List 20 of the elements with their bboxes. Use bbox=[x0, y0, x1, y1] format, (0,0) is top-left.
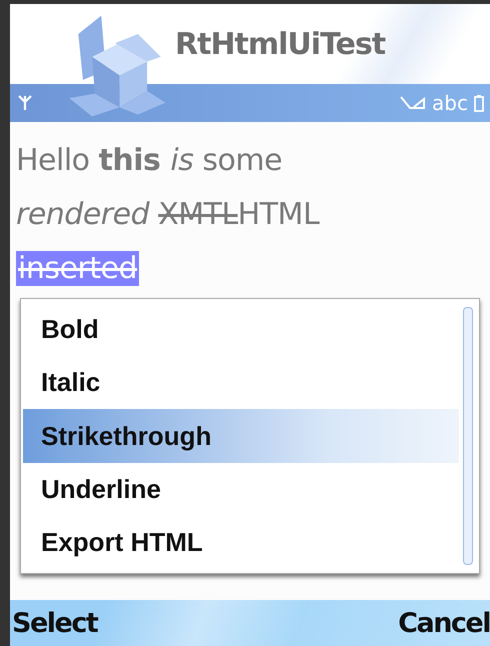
input-mode-indicator: abc bbox=[432, 91, 468, 115]
rich-text-run: is bbox=[170, 143, 194, 178]
rich-text-run: some bbox=[201, 143, 282, 178]
menu-item[interactable]: Strikethrough bbox=[23, 409, 459, 463]
rich-text-run: XMTL bbox=[158, 197, 238, 232]
menu-item[interactable]: Bold bbox=[23, 303, 459, 356]
cancel-softkey[interactable]: Cancel bbox=[398, 608, 490, 638]
menu-item[interactable]: Underline bbox=[23, 462, 459, 516]
antenna-icon bbox=[18, 95, 32, 111]
rich-text-run: this bbox=[98, 143, 162, 178]
menu-item[interactable]: Export HTML bbox=[23, 516, 459, 570]
rich-text-run: rendered bbox=[16, 197, 151, 232]
rich-text-run: HTML bbox=[238, 197, 320, 232]
select-softkey[interactable]: Select bbox=[12, 608, 98, 638]
battery-icon bbox=[474, 94, 484, 112]
app-title: RtHtmlUiTest bbox=[175, 26, 386, 62]
pen-input-icon bbox=[400, 95, 426, 111]
menu-item[interactable]: Italic bbox=[23, 356, 459, 410]
rich-text-run: Hello bbox=[16, 143, 91, 178]
rich-text-run: inserted bbox=[16, 251, 140, 286]
